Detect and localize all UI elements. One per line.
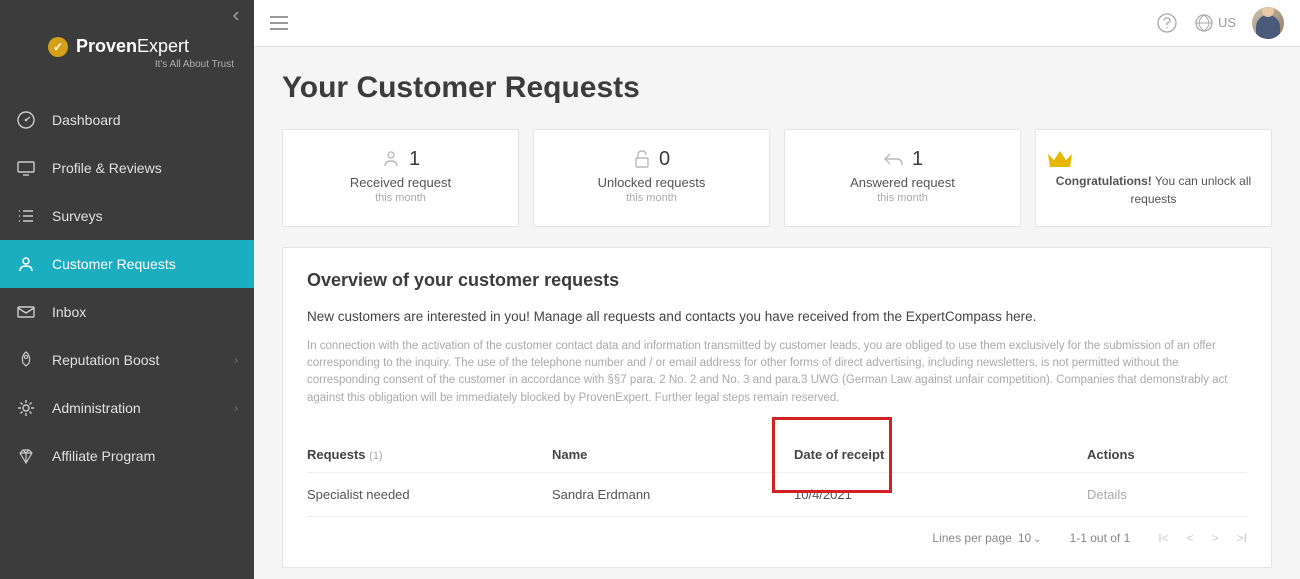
reply-icon xyxy=(882,151,904,167)
col-header-name: Name xyxy=(552,447,772,462)
nav-label: Surveys xyxy=(52,208,103,224)
legal-text: In connection with the activation of the… xyxy=(307,338,1247,407)
rocket-icon xyxy=(16,350,36,370)
sidebar-item-customer-requests[interactable]: Customer Requests xyxy=(0,240,254,288)
nav-label: Customer Requests xyxy=(52,256,176,272)
gear-icon xyxy=(16,398,36,418)
sidebar-item-affiliate-program[interactable]: Affiliate Program xyxy=(0,432,254,480)
page-last-button[interactable]: >I xyxy=(1237,531,1247,545)
lock-icon xyxy=(633,149,651,169)
requests-table: Requests (1) Name Date of receipt Action… xyxy=(307,437,1247,545)
sidebar-collapse-button[interactable] xyxy=(230,10,242,22)
brand-name-a: Proven xyxy=(76,36,137,56)
stat-value: 1 xyxy=(409,148,420,171)
lines-per-page-label: Lines per page xyxy=(932,531,1011,545)
page-first-button[interactable]: I< xyxy=(1158,531,1168,545)
nav-label: Profile & Reviews xyxy=(52,160,162,176)
nav-label: Inbox xyxy=(52,304,86,320)
stat-answered-request: 1 Answered request this month xyxy=(784,129,1021,227)
sidebar: ✓ ProvenExpert It's All About Trust Dash… xyxy=(0,0,254,579)
monitor-icon xyxy=(16,158,36,178)
brand-tagline: It's All About Trust xyxy=(48,59,234,70)
cell-request: Specialist needed xyxy=(307,487,552,502)
overview-description: New customers are interested in you! Man… xyxy=(307,309,1247,324)
overview-card: Overview of your customer requests New c… xyxy=(282,247,1272,568)
chevron-down-icon: ⌄ xyxy=(1033,534,1041,545)
page-title: Your Customer Requests xyxy=(282,71,1272,105)
help-button[interactable] xyxy=(1156,12,1178,34)
chevron-right-icon: › xyxy=(235,355,238,366)
stat-sub: this month xyxy=(293,192,508,204)
user-avatar[interactable] xyxy=(1252,7,1284,39)
sidebar-item-inbox[interactable]: Inbox xyxy=(0,288,254,336)
crown-icon xyxy=(1046,148,1261,170)
stats-row: 1 Received request this month 0 Unlocked… xyxy=(282,129,1272,227)
globe-icon xyxy=(1194,13,1214,33)
stat-congratulations: Congratulations! You can unlock all requ… xyxy=(1035,129,1272,227)
locale-label: US xyxy=(1218,15,1236,30)
overview-title: Overview of your customer requests xyxy=(307,270,1247,291)
cell-name: Sandra Erdmann xyxy=(552,487,772,502)
nav-label: Dashboard xyxy=(52,112,121,128)
page-prev-button[interactable]: < xyxy=(1187,531,1194,545)
sidebar-item-surveys[interactable]: Surveys xyxy=(0,192,254,240)
stat-label: Unlocked requests xyxy=(544,175,759,190)
col-header-requests: Requests xyxy=(307,447,366,462)
table-row[interactable]: Specialist needed Sandra Erdmann 10/4/20… xyxy=(307,472,1247,516)
congrats-text: Congratulations! You can unlock all requ… xyxy=(1046,172,1261,208)
hamburger-menu-button[interactable] xyxy=(270,16,288,30)
nav-label: Reputation Boost xyxy=(52,352,159,368)
brand-name-b: Expert xyxy=(137,36,189,56)
logo-check-icon: ✓ xyxy=(48,37,68,57)
sidebar-item-profile-reviews[interactable]: Profile & Reviews xyxy=(0,144,254,192)
sidebar-item-administration[interactable]: Administration › xyxy=(0,384,254,432)
gauge-icon xyxy=(16,110,36,130)
user-icon xyxy=(16,254,36,274)
pagination: Lines per page 10⌄ 1-1 out of 1 I< < > >… xyxy=(307,516,1247,545)
col-header-date: Date of receipt xyxy=(794,447,884,462)
user-icon xyxy=(381,149,401,169)
col-header-actions: Actions xyxy=(1087,447,1247,462)
sidebar-item-reputation-boost[interactable]: Reputation Boost › xyxy=(0,336,254,384)
nav-label: Affiliate Program xyxy=(52,448,155,464)
lines-per-page-select[interactable]: 10⌄ xyxy=(1018,531,1042,545)
sidebar-item-dashboard[interactable]: Dashboard xyxy=(0,96,254,144)
chevron-right-icon: › xyxy=(235,403,238,414)
main-content: US Your Customer Requests 1 Received req… xyxy=(254,0,1300,579)
requests-count: (1) xyxy=(369,450,382,462)
nav-label: Administration xyxy=(52,400,141,416)
stat-sub: this month xyxy=(544,192,759,204)
stat-label: Received request xyxy=(293,175,508,190)
topbar: US xyxy=(254,0,1300,47)
stat-label: Answered request xyxy=(795,175,1010,190)
sidebar-nav: Dashboard Profile & Reviews Surveys Cust… xyxy=(0,96,254,480)
stat-unlocked-requests: 0 Unlocked requests this month xyxy=(533,129,770,227)
cell-date: 10/4/2021 xyxy=(772,487,902,502)
stat-value: 0 xyxy=(659,148,670,171)
page-next-button[interactable]: > xyxy=(1212,531,1219,545)
stat-sub: this month xyxy=(795,192,1010,204)
stat-received-request: 1 Received request this month xyxy=(282,129,519,227)
list-icon xyxy=(16,206,36,226)
brand-logo[interactable]: ✓ ProvenExpert It's All About Trust xyxy=(0,0,254,86)
details-link[interactable]: Details xyxy=(1087,487,1127,502)
diamond-icon xyxy=(16,446,36,466)
locale-switcher[interactable]: US xyxy=(1194,13,1236,33)
stat-value: 1 xyxy=(912,148,923,171)
pagination-range: 1-1 out of 1 xyxy=(1070,531,1131,545)
mail-icon xyxy=(16,302,36,322)
